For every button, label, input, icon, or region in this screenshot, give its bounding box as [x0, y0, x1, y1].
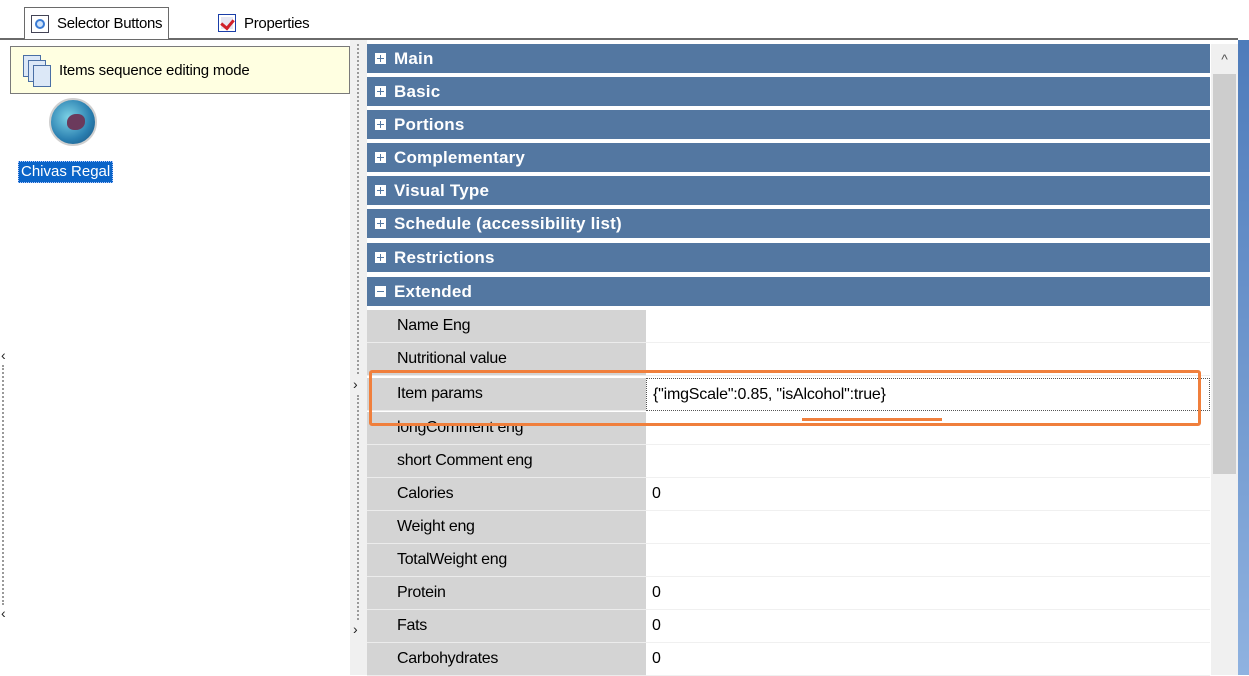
tab-selector-buttons[interactable]: Selector Buttons: [24, 7, 170, 39]
property-name: short Comment eng: [367, 445, 646, 478]
tab-properties[interactable]: Properties: [212, 8, 315, 38]
category-main[interactable]: Main: [367, 44, 1210, 75]
tab-label: Selector Buttons: [57, 15, 163, 32]
property-value[interactable]: [646, 445, 1210, 478]
property-name: Name Eng: [367, 310, 646, 343]
expand-plus-icon[interactable]: [375, 53, 386, 64]
sequence-mode-banner[interactable]: Items sequence editing mode: [10, 46, 350, 94]
category-label: Extended: [394, 281, 473, 301]
expand-plus-icon[interactable]: [375, 218, 386, 229]
item-logo-icon[interactable]: [49, 98, 97, 146]
scrollbar-thumb[interactable]: [1213, 74, 1236, 474]
tab-label: Properties: [244, 14, 310, 32]
property-value[interactable]: [646, 544, 1210, 577]
collapse-minus-icon[interactable]: [375, 286, 386, 297]
splitter-grip: [357, 44, 359, 374]
properties-icon: [218, 14, 236, 32]
property-name: Fats: [367, 610, 646, 643]
collapse-left-chevron-icon[interactable]: ‹: [1, 606, 6, 620]
category-restrictions[interactable]: Restrictions: [367, 243, 1210, 274]
expand-plus-icon[interactable]: [375, 152, 386, 163]
selector-icon: [31, 14, 49, 33]
banner-label: Items sequence editing mode: [59, 61, 250, 79]
splitter-grip: [357, 395, 359, 620]
expand-plus-icon[interactable]: [375, 119, 386, 130]
category-label: Visual Type: [394, 180, 490, 200]
property-value[interactable]: 0: [646, 643, 1210, 676]
highlight-annotation-box: [369, 370, 1201, 426]
category-label: Basic: [394, 81, 441, 101]
property-name: Protein: [367, 577, 646, 610]
property-name: Carbohydrates: [367, 643, 646, 676]
category-schedule[interactable]: Schedule (accessibility list): [367, 209, 1210, 240]
window-edge: [1238, 0, 1249, 675]
expand-right-chevron-icon[interactable]: ›: [353, 377, 358, 391]
property-row-carbohydrates[interactable]: Carbohydrates 0: [367, 643, 1210, 676]
expand-plus-icon[interactable]: [375, 252, 386, 263]
window-edge-top: [1238, 0, 1249, 40]
item-label-selected[interactable]: Chivas Regal: [18, 161, 114, 183]
property-row-name-eng[interactable]: Name Eng: [367, 310, 1210, 343]
left-edge-splitter[interactable]: [2, 365, 4, 605]
category-portions[interactable]: Portions: [367, 110, 1210, 141]
property-value[interactable]: [646, 310, 1210, 343]
property-row-calories[interactable]: Calories 0: [367, 478, 1210, 511]
category-basic[interactable]: Basic: [367, 77, 1210, 108]
category-extended[interactable]: Extended: [367, 277, 1210, 308]
collapse-left-chevron-icon[interactable]: ‹: [1, 348, 6, 362]
category-label: Complementary: [394, 147, 526, 167]
property-name: Calories: [367, 478, 646, 511]
property-row-short-comment[interactable]: short Comment eng: [367, 445, 1210, 478]
category-label: Main: [394, 48, 434, 68]
expand-plus-icon[interactable]: [375, 86, 386, 97]
property-row-weight[interactable]: Weight eng: [367, 511, 1210, 544]
scroll-up-arrow-icon[interactable]: ^: [1211, 44, 1238, 74]
category-label: Restrictions: [394, 247, 495, 267]
expand-plus-icon[interactable]: [375, 185, 386, 196]
property-name: Weight eng: [367, 511, 646, 544]
category-label: Schedule (accessibility list): [394, 213, 622, 233]
category-label: Portions: [394, 114, 465, 134]
category-visual-type[interactable]: Visual Type: [367, 176, 1210, 207]
tab-strip: [0, 0, 1249, 40]
property-row-protein[interactable]: Protein 0: [367, 577, 1210, 610]
property-value[interactable]: 0: [646, 478, 1210, 511]
expand-right-chevron-icon[interactable]: ›: [353, 622, 358, 636]
highlight-annotation-underline: [802, 418, 942, 421]
property-value[interactable]: [646, 511, 1210, 544]
property-value[interactable]: 0: [646, 577, 1210, 610]
property-name: TotalWeight eng: [367, 544, 646, 577]
sequence-icon: [23, 55, 51, 87]
property-value[interactable]: 0: [646, 610, 1210, 643]
property-row-total-weight[interactable]: TotalWeight eng: [367, 544, 1210, 577]
category-complementary[interactable]: Complementary: [367, 143, 1210, 174]
property-row-fats[interactable]: Fats 0: [367, 610, 1210, 643]
